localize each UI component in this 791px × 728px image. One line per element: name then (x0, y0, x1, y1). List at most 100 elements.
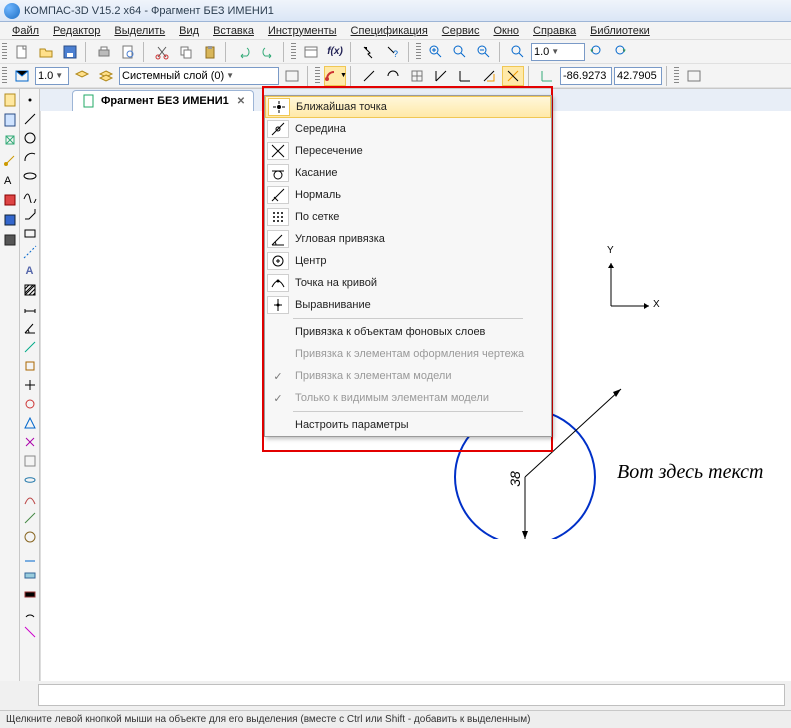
snap-item-midpoint[interactable]: Середина (265, 118, 551, 140)
misc-tool-13[interactable] (21, 566, 39, 584)
zoom-scale-button[interactable] (507, 42, 529, 62)
snap-item-grid[interactable]: По сетке (265, 206, 551, 228)
misc-tool-6[interactable] (21, 433, 39, 451)
menu-file[interactable]: Файл (6, 23, 45, 39)
y-coord-field[interactable]: 42.7905 (614, 67, 662, 85)
angle-tool[interactable] (21, 319, 39, 337)
zoom-combo[interactable]: 1.0▼ (531, 43, 585, 61)
panel-tab-3[interactable] (1, 131, 19, 149)
zoom-in-button[interactable] (425, 42, 447, 62)
close-tab-icon[interactable]: ✕ (237, 96, 245, 107)
document-tab-active[interactable]: Фрагмент БЕЗ ИМЕНИ1 ✕ (72, 90, 254, 111)
ellipse-tool[interactable] (21, 167, 39, 185)
cut-button[interactable] (151, 42, 173, 62)
misc-tool-11[interactable] (21, 528, 39, 546)
menu-help[interactable]: Справка (527, 23, 582, 39)
new-doc-button[interactable] (11, 42, 33, 62)
coord-button[interactable] (536, 66, 558, 86)
snap-item-nearest[interactable]: Ближайшая точка (265, 96, 551, 118)
placeholder-button[interactable] (683, 66, 705, 86)
redo-button[interactable] (257, 42, 279, 62)
panel-tab-9[interactable] (1, 251, 19, 269)
snap-item-angle[interactable]: Угловая привязка (265, 228, 551, 250)
rect-tool[interactable] (21, 224, 39, 242)
panel-tab-2[interactable] (1, 111, 19, 129)
toolbar-grip[interactable] (674, 67, 679, 85)
snap-item-on-curve[interactable]: Точка на кривой (265, 272, 551, 294)
undo-button[interactable] (233, 42, 255, 62)
save-button[interactable] (59, 42, 81, 62)
view-button-1[interactable] (11, 66, 33, 86)
misc-tool-16[interactable] (21, 623, 39, 641)
panel-tab-8[interactable] (1, 231, 19, 249)
misc-tool-8[interactable] (21, 471, 39, 489)
panel-tab-1[interactable] (1, 91, 19, 109)
snap-tool-2[interactable] (382, 66, 404, 86)
dim-tool[interactable] (21, 300, 39, 318)
snap-item-tangent[interactable]: Касание (265, 162, 551, 184)
ortho-button[interactable] (454, 66, 476, 86)
open-button[interactable] (35, 42, 57, 62)
line-tool[interactable] (21, 110, 39, 128)
menu-service[interactable]: Сервис (436, 23, 486, 39)
toolbar-grip[interactable] (2, 43, 7, 61)
construction-tool[interactable] (21, 243, 39, 261)
copy-button[interactable] (175, 42, 197, 62)
menu-tools[interactable]: Инструменты (262, 23, 343, 39)
snap-button[interactable]: ▼ (324, 66, 346, 86)
panel-tab-4[interactable] (1, 151, 19, 169)
scale-combo[interactable]: 1.0▼ (35, 67, 69, 85)
layer-button[interactable] (71, 66, 93, 86)
print-button[interactable] (93, 42, 115, 62)
misc-tool-10[interactable] (21, 509, 39, 527)
menu-edit[interactable]: Редактор (47, 23, 106, 39)
spline-tool[interactable] (21, 186, 39, 204)
snap-tool-1[interactable] (358, 66, 380, 86)
arrow-help-button[interactable]: ? (382, 42, 404, 62)
layer-manage-button[interactable] (281, 66, 303, 86)
toolbar-grip[interactable] (291, 43, 296, 61)
paste-button[interactable] (199, 42, 221, 62)
misc-tool-5[interactable] (21, 414, 39, 432)
text-tool[interactable]: A (21, 262, 39, 280)
fx-button[interactable]: f(x) (324, 42, 346, 62)
misc-tool-12[interactable] (21, 547, 39, 565)
preview-button[interactable] (117, 42, 139, 62)
snap-item-align[interactable]: Выравнивание (265, 294, 551, 316)
zoom-fit-button[interactable] (449, 42, 471, 62)
misc-tool-14[interactable] (21, 585, 39, 603)
snap-item-intersection[interactable]: Пересечение (265, 140, 551, 162)
snap-item-center[interactable]: Центр (265, 250, 551, 272)
layer-combo[interactable]: Системный слой (0)▼ (119, 67, 279, 85)
snap-configure[interactable]: Настроить параметры (265, 414, 551, 436)
misc-tool-7[interactable] (21, 452, 39, 470)
arrow-button[interactable] (358, 42, 380, 62)
snap-extra-bg-layers[interactable]: Привязка к объектам фоновых слоев (265, 321, 551, 343)
panel-tab-5[interactable]: A (1, 171, 19, 189)
zoom-window-button[interactable] (473, 42, 495, 62)
menu-insert[interactable]: Вставка (207, 23, 260, 39)
message-bar[interactable] (38, 684, 785, 706)
zoom-next-button[interactable] (611, 42, 633, 62)
properties-button[interactable] (300, 42, 322, 62)
snap-tool-7[interactable] (502, 66, 524, 86)
circle-tool[interactable] (21, 129, 39, 147)
snap-item-normal[interactable]: Нормаль (265, 184, 551, 206)
snap-tool-4[interactable] (430, 66, 452, 86)
layer-button-2[interactable] (95, 66, 117, 86)
point-tool[interactable] (21, 91, 39, 109)
misc-tool-2[interactable] (21, 357, 39, 375)
snap-tool-6[interactable] (478, 66, 500, 86)
misc-tool-15[interactable] (21, 604, 39, 622)
menu-select[interactable]: Выделить (108, 23, 171, 39)
hatch-tool[interactable] (21, 281, 39, 299)
menu-libs[interactable]: Библиотеки (584, 23, 656, 39)
toolbar-grip[interactable] (2, 67, 7, 85)
toolbar-grip[interactable] (315, 67, 320, 85)
arc-tool[interactable] (21, 148, 39, 166)
toolbar-grip[interactable] (416, 43, 421, 61)
zoom-prev-button[interactable] (587, 42, 609, 62)
chamfer-tool[interactable] (21, 205, 39, 223)
misc-tool-4[interactable] (21, 395, 39, 413)
menu-spec[interactable]: Спецификация (345, 23, 434, 39)
